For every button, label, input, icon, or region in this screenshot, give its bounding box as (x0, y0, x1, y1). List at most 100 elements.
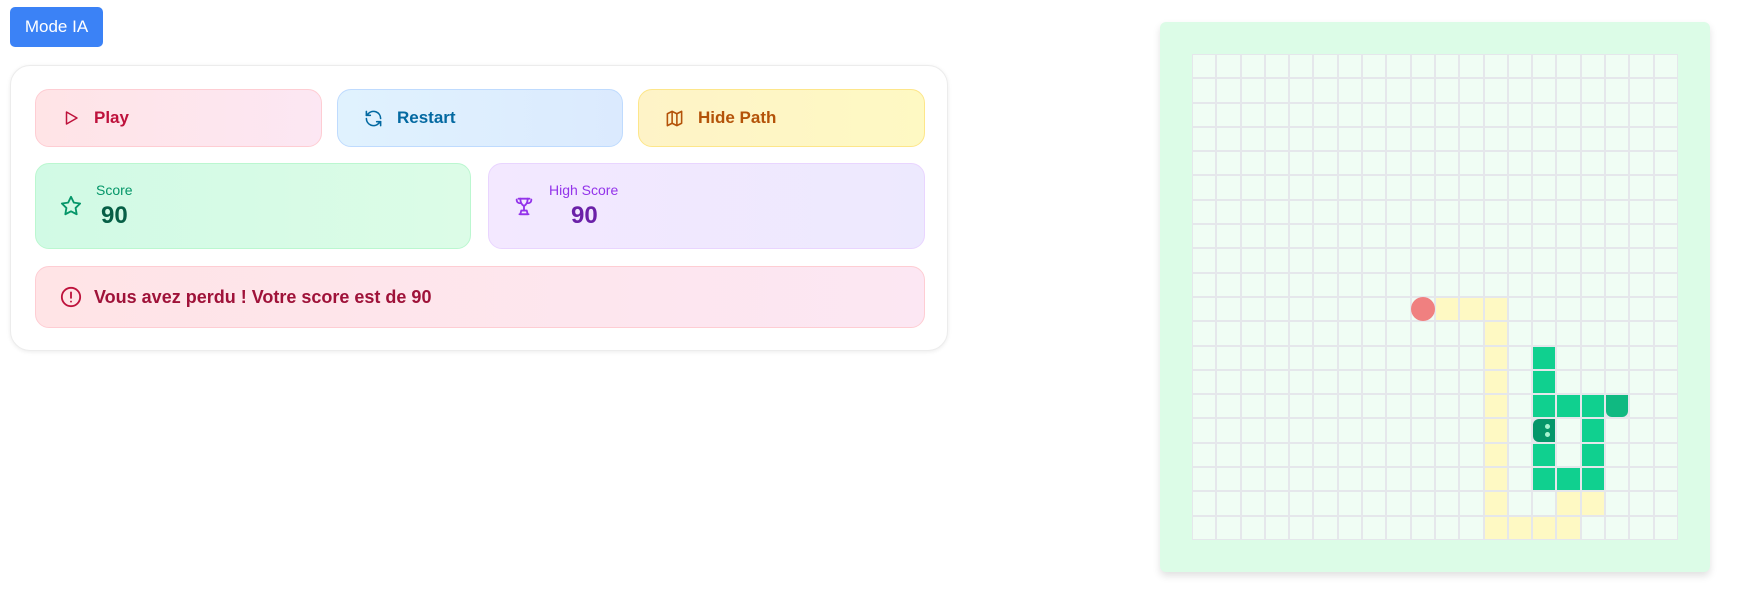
grid-cell (1581, 127, 1605, 151)
path-cell (1484, 419, 1507, 442)
grid-cell (1314, 176, 1337, 199)
grid-cell (1557, 200, 1580, 224)
grid-cell (1241, 322, 1264, 345)
grid-cell (1630, 443, 1653, 467)
grid-cell (1290, 516, 1313, 539)
snake-segment (1557, 468, 1580, 491)
grid-cell (1338, 79, 1362, 102)
grid-cell (1508, 322, 1532, 345)
grid-cell (1217, 55, 1240, 78)
grid-cell (1338, 249, 1362, 272)
grid-cell (1411, 176, 1434, 199)
grid-cell (1508, 127, 1532, 151)
grid-cell (1630, 395, 1653, 418)
grid-cell (1217, 249, 1240, 272)
grid-cell (1290, 127, 1313, 151)
snake-tail (1606, 395, 1629, 418)
grid-cell (1314, 297, 1337, 321)
grid-cell (1654, 492, 1677, 515)
grid-cell (1508, 443, 1532, 467)
grid-cell (1314, 346, 1337, 369)
hide-path-button[interactable]: Hide Path (638, 89, 925, 147)
grid-cell (1290, 492, 1313, 515)
grid-cell (1290, 419, 1313, 442)
grid-cell (1606, 443, 1629, 467)
grid-cell (1411, 103, 1434, 126)
grid-cell (1338, 468, 1362, 491)
path-cell (1533, 516, 1556, 539)
grid-cell (1533, 322, 1556, 345)
restart-button[interactable]: Restart (337, 89, 623, 147)
grid-cell (1217, 370, 1240, 394)
grid-cell (1314, 79, 1337, 102)
grid-cell (1265, 225, 1289, 248)
grid-cell (1411, 79, 1434, 102)
grid-cell (1606, 419, 1629, 442)
grid-cell (1533, 152, 1556, 175)
grid-cell (1508, 297, 1532, 321)
grid-cell (1314, 443, 1337, 467)
grid-cell (1435, 346, 1459, 369)
grid-cell (1606, 346, 1629, 369)
grid-cell (1435, 516, 1459, 539)
grid-cell (1630, 176, 1653, 199)
grid-cell (1484, 225, 1507, 248)
grid-cell (1217, 395, 1240, 418)
grid-cell (1241, 103, 1264, 126)
grid-cell (1363, 176, 1386, 199)
grid-cell (1484, 200, 1507, 224)
path-cell (1557, 492, 1580, 515)
grid-cell (1241, 55, 1264, 78)
grid-cell (1217, 176, 1240, 199)
grid-cell (1533, 249, 1556, 272)
grid-cell (1533, 297, 1556, 321)
grid-cell (1265, 200, 1289, 224)
play-label: Play (94, 108, 129, 127)
grid-cell (1241, 176, 1264, 199)
grid-cell (1338, 103, 1362, 126)
grid-cell (1508, 152, 1532, 175)
grid-cell (1460, 443, 1483, 467)
grid-cell (1290, 103, 1313, 126)
grid-cell (1338, 370, 1362, 394)
grid-cell (1435, 370, 1459, 394)
map-icon (666, 110, 683, 126)
grid-cell (1314, 370, 1337, 394)
grid-cell (1217, 152, 1240, 175)
grid-cell (1630, 225, 1653, 248)
play-button[interactable]: Play (35, 89, 322, 147)
grid-cell (1581, 225, 1605, 248)
grid-cell (1217, 468, 1240, 491)
grid-cell (1314, 468, 1337, 491)
mode-ia-button[interactable]: Mode IA (10, 7, 103, 47)
grid-cell (1435, 200, 1459, 224)
snake-segment (1533, 370, 1556, 394)
grid-cell (1193, 297, 1216, 321)
grid-cell (1557, 419, 1580, 442)
grid-cell (1654, 370, 1677, 394)
grid-cell (1290, 273, 1313, 296)
grid-cell (1557, 370, 1580, 394)
control-panel: Play Restart Hide Path Score 90 High Sco… (10, 65, 948, 351)
grid-cell (1460, 468, 1483, 491)
grid-cell (1654, 79, 1677, 102)
grid-cell (1606, 200, 1629, 224)
grid-cell (1314, 516, 1337, 539)
grid-cell (1557, 346, 1580, 369)
grid-cell (1630, 346, 1653, 369)
grid-cell (1435, 55, 1459, 78)
grid-cell (1217, 346, 1240, 369)
grid-cell (1630, 249, 1653, 272)
grid-cell (1265, 249, 1289, 272)
high-score-value: 90 (571, 202, 598, 229)
grid-cell (1363, 127, 1386, 151)
grid-cell (1241, 395, 1264, 418)
grid-cell (1606, 176, 1629, 199)
grid-cell (1290, 55, 1313, 78)
grid-cell (1387, 225, 1410, 248)
grid-cell (1363, 225, 1386, 248)
grid-cell (1193, 152, 1216, 175)
grid-cell (1557, 273, 1580, 296)
grid-cell (1460, 176, 1483, 199)
grid-cell (1606, 273, 1629, 296)
